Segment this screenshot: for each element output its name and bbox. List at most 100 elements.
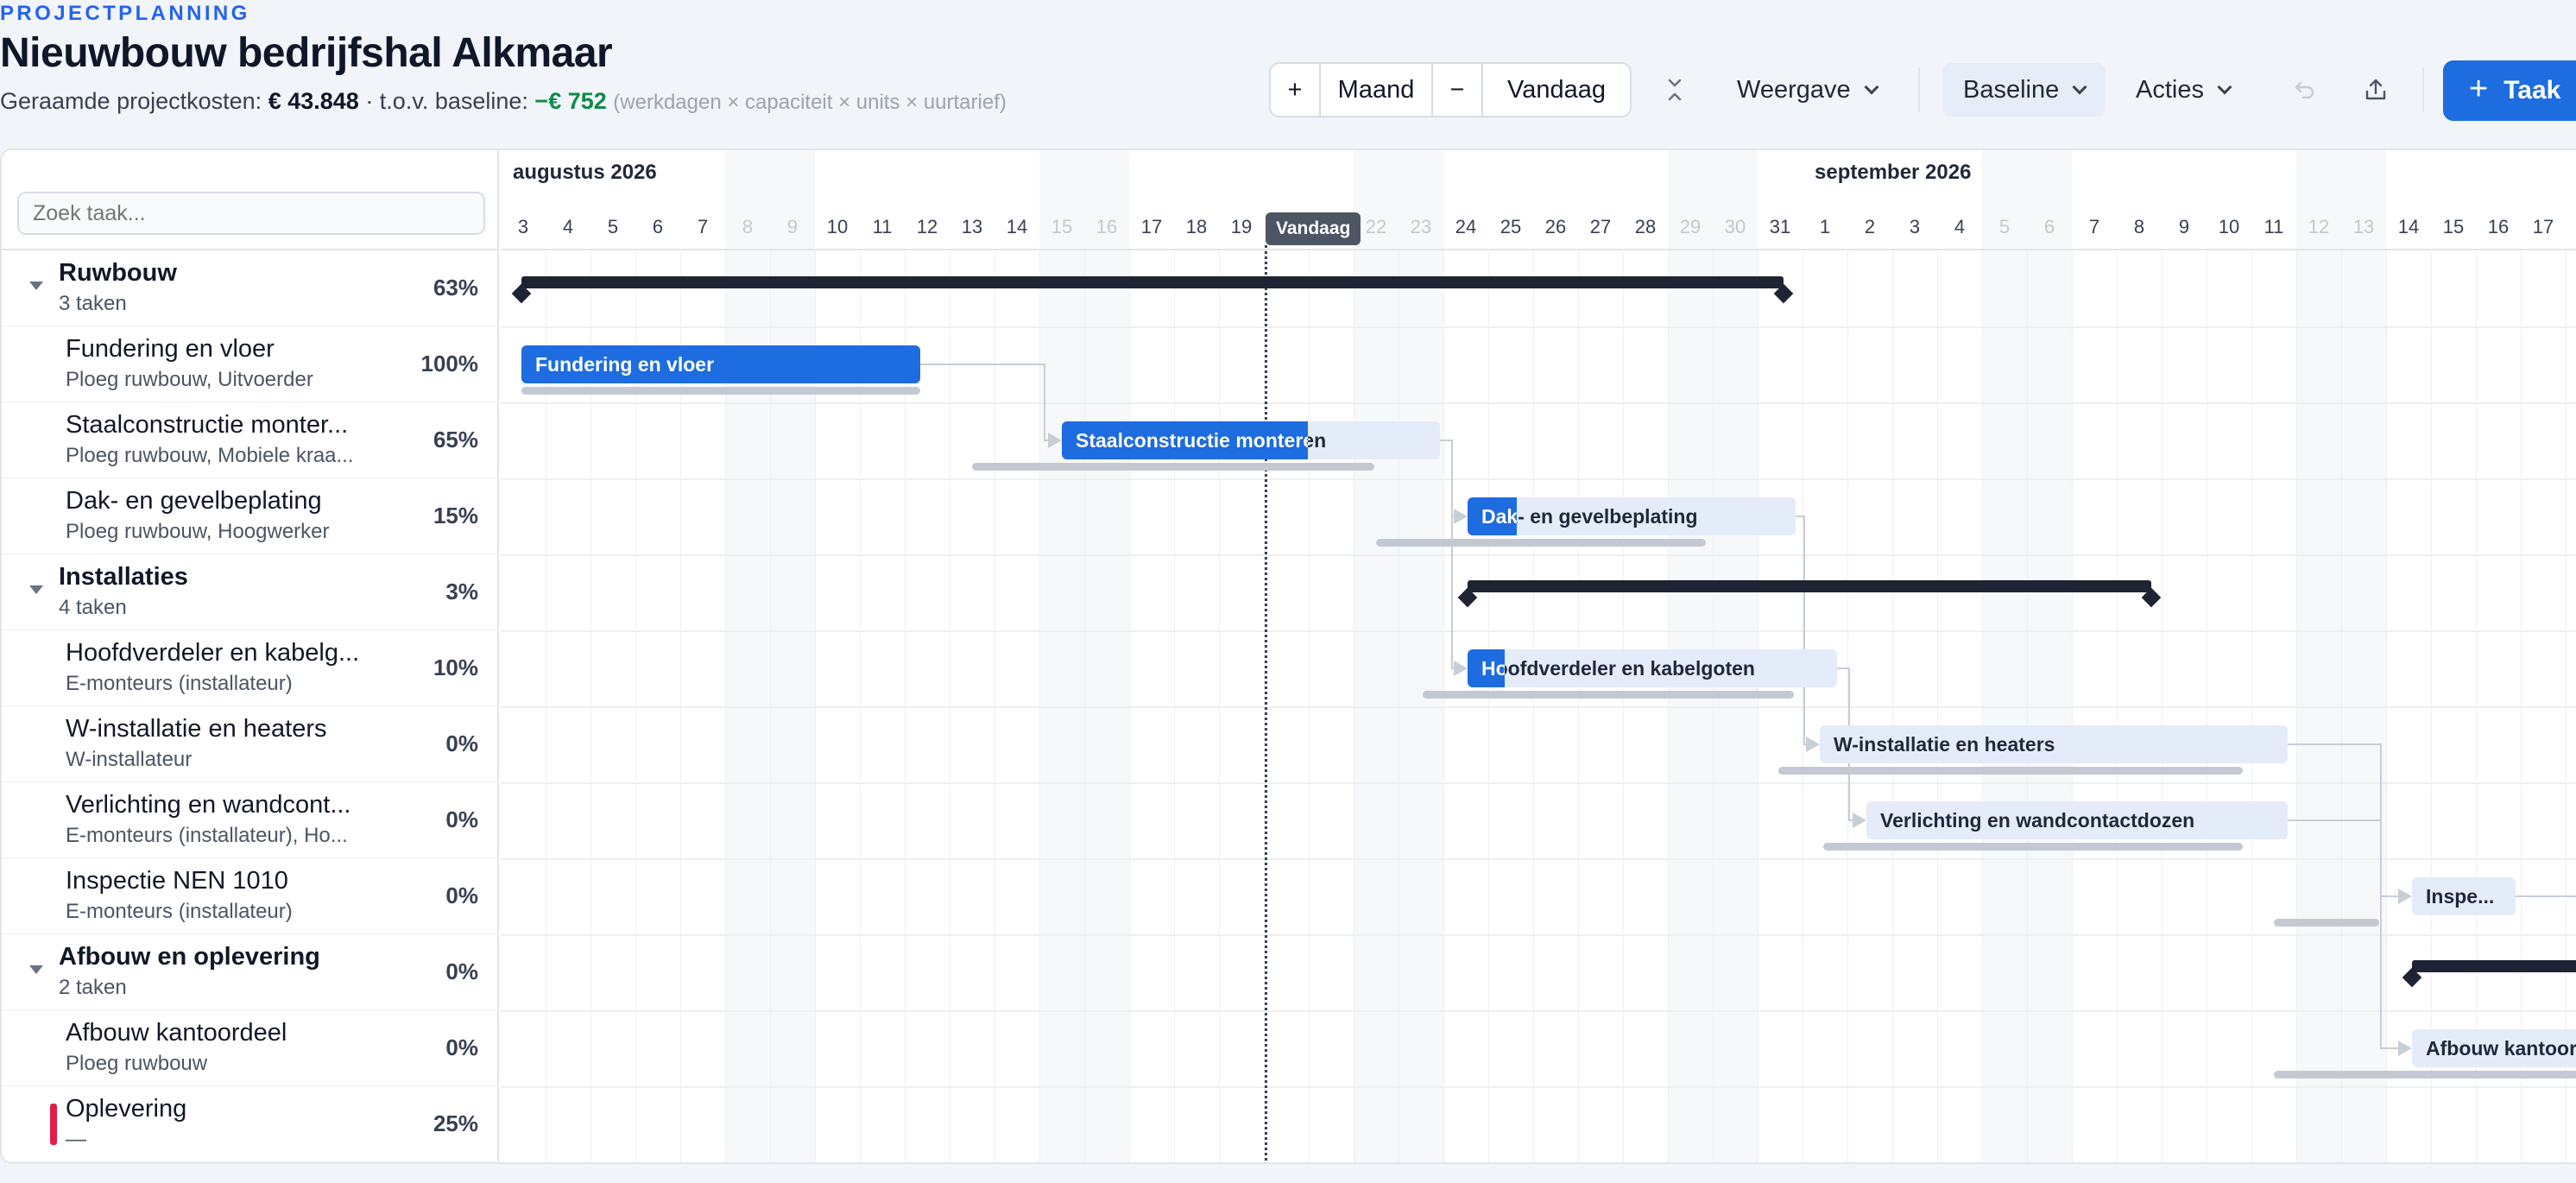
baseline-bar: [1823, 843, 2243, 851]
task-bar[interactable]: Hoofdverdeler en kabelgotenHoofdverdeler…: [1468, 649, 1837, 687]
task-name: Verlichting en wandcont...: [66, 791, 351, 819]
task-resources: E-monteurs (installateur): [66, 672, 293, 695]
task-search-input[interactable]: [17, 192, 485, 235]
baseline-bar: [2274, 1071, 2576, 1079]
task-bar[interactable]: Staalconstructie monteren Staalconstructi…: [1062, 421, 1440, 459]
task-bar[interactable]: Afbouw kantoordeel: [2412, 1029, 2576, 1067]
view-menu-button[interactable]: Weergave: [1737, 62, 1879, 117]
collapse-caret-icon[interactable]: [29, 282, 43, 290]
task-name: Afbouw en oplevering: [59, 943, 320, 971]
task-group-row[interactable]: Installaties 4 taken 3%: [2, 554, 499, 630]
summary-bar[interactable]: [1468, 580, 2151, 592]
task-progress: 0%: [445, 958, 478, 984]
dependency-arrow: [1454, 661, 1468, 676]
task-resources: Ploeg ruwbouw, Mobiele kraa...: [66, 444, 354, 467]
task-resources: —: [66, 1128, 86, 1151]
today-button[interactable]: Vandaag: [1483, 64, 1630, 116]
task-bar-label-clip: Staalconstructie monteren: [1062, 421, 1308, 459]
baseline-label: · t.o.v. baseline:: [365, 88, 528, 114]
task-row[interactable]: Staalconstructie monter... Ploeg ruwbouw,…: [2, 402, 499, 478]
collapse-icon: [1668, 79, 1682, 101]
task-name: Hoofdverdeler en kabelg...: [66, 639, 360, 667]
task-resources: W-installateur: [66, 748, 193, 771]
undo-button[interactable]: [2288, 62, 2322, 117]
task-bar-label-clip: Hoofdverdeler en kabelgoten: [1468, 649, 1505, 687]
row-gridline: [501, 1162, 2576, 1164]
actions-menu-label: Acties: [2136, 75, 2204, 104]
baseline-bar: [1376, 539, 1706, 547]
export-icon: [2365, 79, 2386, 100]
task-progress: 0%: [445, 807, 478, 832]
collapse-caret-icon[interactable]: [29, 585, 43, 594]
collapse-caret-icon[interactable]: [29, 965, 43, 974]
task-row[interactable]: Inspectie NEN 1010 E-monteurs (installate…: [2, 858, 499, 934]
summary-bar[interactable]: [521, 276, 1784, 288]
task-bar-label: Fundering en vloer: [535, 353, 715, 376]
task-bar[interactable]: W-installatie en heaters: [1820, 725, 2288, 763]
milestone-row[interactable]: Oplevering — 25%: [2, 1086, 499, 1162]
task-group-row[interactable]: Ruwbouw 3 taken 63%: [2, 250, 499, 326]
add-task-label: Taak: [2503, 76, 2561, 104]
task-row[interactable]: Dak- en gevelbeplating Ploeg ruwbouw, Hoo…: [2, 478, 499, 554]
task-progress: 63%: [432, 275, 478, 300]
baseline-menu-label: Baseline: [1963, 75, 2060, 104]
gantt-panel: Ruwbouw 3 taken 63% Fundering en vloer Ploeg…: [0, 149, 2576, 1164]
task-bar-label: Inspe...: [2426, 885, 2495, 908]
task-bar-label: Hoofdverdeler en kabelgoten: [1481, 657, 1755, 680]
dependency-arrow: [2398, 1041, 2412, 1056]
summary-bar[interactable]: [2412, 960, 2576, 972]
milestone-marker: [50, 1104, 57, 1145]
task-row[interactable]: Fundering en vloer Ploeg ruwbouw, Uitvoer…: [2, 326, 499, 402]
task-bar-label-clip: Dak- en gevelbeplating: [1468, 497, 1517, 535]
task-bar[interactable]: Fundering en vloer: [521, 345, 920, 383]
task-bar-label: Verlichting en wandcontactdozen: [1880, 809, 2195, 832]
task-bar[interactable]: Dak- en gevelbeplatingDak- en gevelbepla…: [1468, 497, 1796, 535]
baseline-bar: [972, 463, 1374, 471]
task-progress: 0%: [445, 731, 478, 756]
task-bar-label: Afbouw kantoordeel: [2426, 1037, 2576, 1060]
baseline-bar: [521, 387, 920, 395]
page-eyebrow: PROJECTPLANNING: [0, 2, 250, 25]
view-menu-label: Weergave: [1737, 75, 1851, 104]
task-resources: Ploeg ruwbouw: [66, 1052, 208, 1075]
baseline-menu-button[interactable]: Baseline: [1942, 63, 2106, 117]
chevron-down-icon: [2217, 79, 2232, 95]
cost-formula: (werkdagen × capaciteit × units × uurtar…: [613, 91, 1007, 114]
task-row[interactable]: Verlichting en wandcont... E-monteurs (in…: [2, 782, 499, 858]
toolbar-divider: [2422, 67, 2424, 112]
dependency-arrow: [1853, 813, 1866, 828]
chevron-down-icon: [2072, 79, 2087, 95]
task-progress: 0%: [445, 883, 478, 908]
baseline-bar: [1778, 767, 2243, 775]
task-name: Fundering en vloer: [66, 335, 275, 363]
gantt-chart: augustus 2026 september 2026 3 4 5 6 7 8 9 10 11 12…: [501, 150, 2576, 1162]
task-resources: 3 taken: [59, 292, 127, 315]
task-resources: E-monteurs (installateur): [66, 900, 293, 923]
task-resources: 2 taken: [59, 976, 127, 999]
add-task-button[interactable]: + Taak: [2443, 60, 2576, 121]
task-name: Afbouw kantoordeel: [66, 1019, 287, 1047]
task-group-row[interactable]: Afbouw en oplevering 2 taken 0%: [2, 934, 499, 1010]
export-button[interactable]: [2358, 62, 2393, 117]
task-name: Dak- en gevelbeplating: [66, 487, 322, 515]
task-bar-label-overlay: Hoofdverdeler en kabelgoten: [1481, 657, 1505, 680]
task-bar[interactable]: Inspe...: [2412, 877, 2516, 915]
task-progress: 25%: [432, 1110, 478, 1136]
time-scale-button[interactable]: Maand: [1321, 64, 1433, 116]
page-title: Nieuwbouw bedrijfshal Alkmaar: [0, 30, 613, 76]
task-row[interactable]: Hoofdverdeler en kabelg... E-monteurs (in…: [2, 630, 499, 706]
undo-icon: [2295, 81, 2314, 99]
task-bar[interactable]: Verlichting en wandcontactdozen: [1866, 801, 2288, 839]
task-bar-label-overlay: Staalconstructie monteren: [1076, 429, 1308, 452]
collapse-all-button[interactable]: [1657, 62, 1692, 117]
task-name: Ruwbouw: [59, 259, 177, 287]
cost-label: Geraamde projectkosten:: [0, 88, 262, 114]
zoom-out-button[interactable]: −: [1433, 64, 1483, 116]
toolbar-divider: [1918, 67, 1920, 112]
task-name: Staalconstructie monter...: [66, 411, 349, 439]
task-row[interactable]: Afbouw kantoordeel Ploeg ruwbouw 0%: [2, 1010, 499, 1086]
zoom-in-button[interactable]: +: [1271, 64, 1321, 116]
actions-menu-button[interactable]: Acties: [2136, 62, 2232, 117]
task-bar-label-overlay: Dak- en gevelbeplating: [1481, 505, 1517, 528]
task-row[interactable]: W-installatie en heaters W-installateur 0%: [2, 706, 499, 782]
